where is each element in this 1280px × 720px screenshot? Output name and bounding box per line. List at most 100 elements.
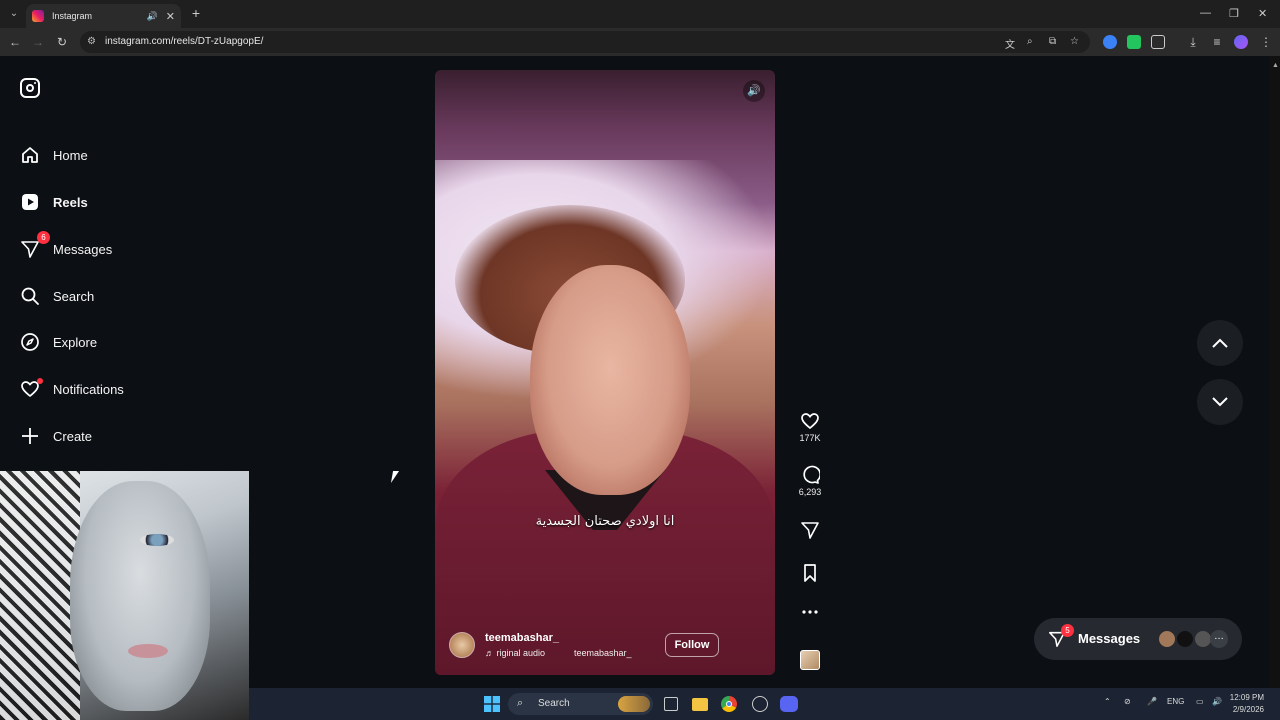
overlay-eye-shape: [140, 534, 174, 546]
share-action[interactable]: [795, 520, 825, 540]
previous-reel-button[interactable]: [1197, 320, 1243, 366]
taskbar-search[interactable]: ⌕ Search: [508, 693, 653, 715]
extension-blue-icon[interactable]: [1103, 35, 1117, 49]
minimize-icon[interactable]: —: [1200, 7, 1211, 19]
sidebar-item-create[interactable]: Create: [20, 421, 92, 451]
url-text[interactable]: instagram.com/reels/DT-zUapgopE/: [105, 36, 263, 47]
sidebar-item-reels[interactable]: Reels: [20, 187, 88, 217]
reel-video[interactable]: 🔊 انا اولادي صحتان الجسدية teemabashar_ …: [435, 70, 775, 675]
sidebar-item-home[interactable]: Home: [20, 140, 88, 170]
share-send-icon[interactable]: [800, 520, 820, 540]
audio-thumbnail[interactable]: [800, 650, 820, 670]
back-arrow-icon[interactable]: ←: [8, 35, 22, 49]
tab-audio-icon[interactable]: 🔊: [147, 11, 158, 22]
sidebar-item-label: Notifications: [53, 381, 124, 397]
media-control-icon[interactable]: ≡: [1210, 35, 1224, 49]
browser-menu-icon[interactable]: ⋮: [1259, 35, 1273, 49]
sidebar-item-label: Reels: [53, 194, 88, 210]
messages-pill-label: Messages: [1078, 631, 1141, 646]
author-avatar[interactable]: [449, 632, 475, 658]
search-icon: [20, 286, 40, 306]
tab-title: Instagram: [52, 11, 93, 21]
chrome-icon[interactable]: [721, 696, 737, 712]
clock-date: 2/9/2026: [1232, 705, 1264, 714]
microphone-icon[interactable]: 🎤: [1147, 697, 1157, 706]
window-close-icon[interactable]: ✕: [1258, 7, 1267, 20]
windows-start-icon[interactable]: [484, 696, 500, 712]
language-indicator[interactable]: ENG: [1167, 697, 1184, 706]
avatar: [1176, 630, 1194, 648]
author-username[interactable]: teemabashar_: [485, 632, 559, 644]
like-count: 177K: [799, 433, 821, 443]
sidebar-item-messages[interactable]: 6 Messages: [20, 231, 113, 264]
translate-icon[interactable]: 文: [1005, 36, 1015, 51]
windows-taskbar: ⌕ Search ⌃ ⊘ 🎤 ENG ▭ 🔊 12:09 PM 2/9/2026: [249, 688, 1280, 720]
restore-icon[interactable]: ❐: [1229, 7, 1239, 20]
messages-pill-badge: 5: [1061, 624, 1074, 637]
forward-arrow-icon[interactable]: →: [31, 35, 45, 49]
save-action[interactable]: [795, 563, 825, 583]
audio-row[interactable]: ♬ riginal audio: [485, 648, 545, 658]
more-dots-icon[interactable]: [800, 607, 820, 617]
taskbar-search-label: Search: [538, 698, 570, 709]
address-bar[interactable]: ⚙ instagram.com/reels/DT-zUapgopE/ 文 ⌕ ⧉…: [80, 31, 1090, 53]
webcam-overlay-image: [0, 471, 249, 720]
like-action[interactable]: 177K: [795, 411, 825, 443]
tab-instagram[interactable]: Instagram 🔊 ✕: [26, 4, 181, 28]
task-view-icon[interactable]: [664, 697, 678, 711]
extension-shield-icon[interactable]: [1127, 35, 1141, 49]
messages-pill[interactable]: 5 Messages …: [1034, 618, 1242, 660]
profile-avatar-icon[interactable]: [1234, 35, 1248, 49]
chevron-down-icon: [1212, 397, 1228, 407]
speaker-icon[interactable]: 🔊: [1212, 697, 1222, 706]
zoom-icon[interactable]: ⌕: [1027, 36, 1033, 47]
site-info-icon[interactable]: ⚙: [87, 36, 96, 47]
tray-chevron-icon[interactable]: ⌃: [1104, 697, 1111, 706]
video-caption: انا اولادي صحتان الجسدية: [535, 514, 675, 529]
search-icon: ⌕: [517, 697, 524, 709]
sidebar-item-search[interactable]: Search: [20, 281, 94, 311]
install-app-icon[interactable]: ⧉: [1049, 36, 1056, 47]
taskbar-clock[interactable]: 12:09 PM 2/9/2026: [1224, 692, 1264, 716]
avatar: [1158, 630, 1176, 648]
like-heart-icon[interactable]: [800, 411, 820, 431]
overlay-lips-shape: [128, 644, 168, 658]
discord-icon[interactable]: [780, 696, 798, 712]
tab-list-chevron-icon[interactable]: ⌄: [6, 6, 22, 22]
tab-close-icon[interactable]: ✕: [166, 10, 175, 23]
follow-button[interactable]: Follow: [665, 633, 719, 657]
sidebar-item-label: Messages: [53, 241, 113, 257]
next-reel-button[interactable]: [1197, 379, 1243, 425]
volume-icon[interactable]: 🔊: [743, 80, 765, 102]
page-scrollbar[interactable]: ▲: [1270, 56, 1280, 688]
audio-label: riginal audio: [496, 648, 546, 658]
extensions-puzzle-icon[interactable]: [1151, 35, 1165, 49]
sidebar-item-label: Search: [53, 288, 95, 304]
chevron-up-icon: [1212, 338, 1228, 348]
messages-badge: 6: [37, 231, 50, 244]
instagram-logo-icon[interactable]: [20, 78, 40, 98]
reels-icon: [20, 192, 40, 212]
comment-bubble-icon[interactable]: [800, 465, 820, 485]
display-icon[interactable]: ▭: [1196, 697, 1204, 706]
scroll-up-arrow-icon[interactable]: ▲: [1272, 62, 1279, 70]
file-explorer-icon[interactable]: [692, 698, 708, 711]
bookmark-star-icon[interactable]: ☆: [1070, 36, 1079, 47]
bookmark-icon[interactable]: [800, 563, 820, 583]
instagram-favicon-icon: [32, 10, 44, 22]
audio-author[interactable]: teemabashar_: [574, 648, 632, 658]
more-options-action[interactable]: [795, 607, 825, 617]
network-icon[interactable]: ⊘: [1124, 697, 1131, 706]
comment-action[interactable]: 6,293: [795, 465, 825, 497]
sidebar-item-notifications[interactable]: Notifications: [20, 374, 124, 404]
reload-icon[interactable]: ↻: [55, 35, 69, 49]
new-tab-button[interactable]: +: [189, 6, 203, 20]
more-dots-icon: …: [1210, 630, 1228, 648]
comment-count: 6,293: [798, 487, 822, 497]
app-icon[interactable]: [752, 696, 768, 712]
browser-tabbar: ⌄ Instagram 🔊 ✕ + — ❐ ✕: [0, 0, 1280, 28]
keffiyeh-pattern: [0, 471, 80, 720]
downloads-icon[interactable]: ⤓: [1186, 35, 1200, 50]
sidebar-item-explore[interactable]: Explore: [20, 327, 97, 357]
browser-toolbar: ← → ↻ ⚙ instagram.com/reels/DT-zUapgopE/…: [0, 28, 1280, 56]
